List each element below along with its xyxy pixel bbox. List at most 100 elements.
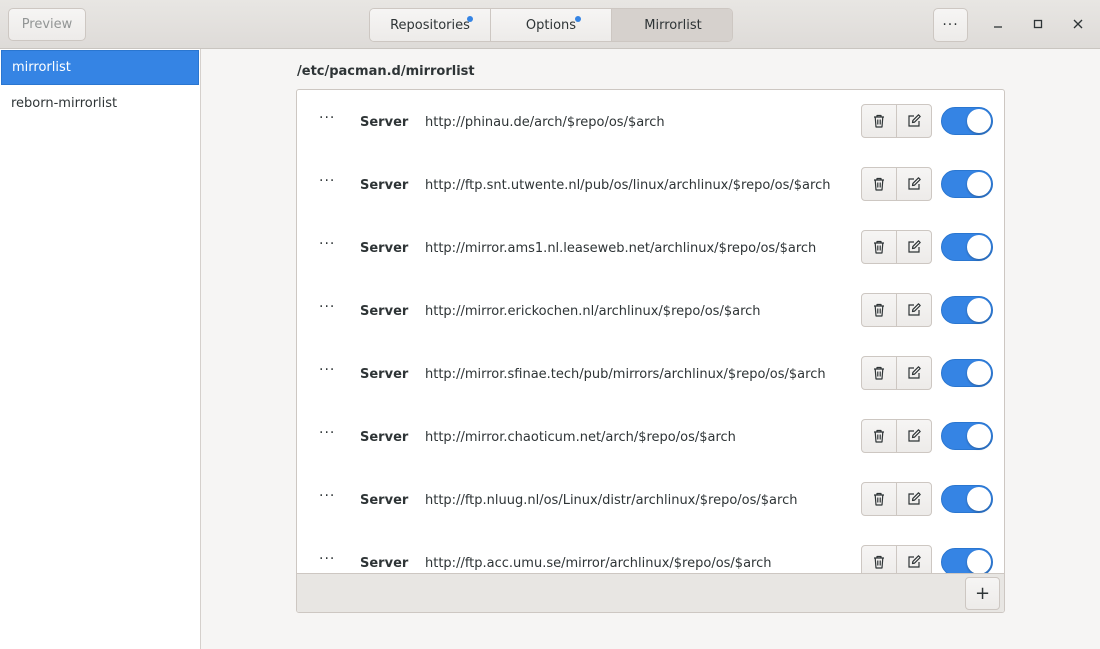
entry-value: http://ftp.nluug.nl/os/Linux/distr/archl… [425, 493, 798, 508]
edit-icon [908, 429, 921, 442]
mirror-row: ··· Server http://ftp.acc.umu.se/mirror/… [297, 531, 1004, 573]
entry-key: Server [360, 493, 409, 508]
modified-indicator-dot [467, 16, 473, 22]
toggle-knob [967, 172, 991, 196]
delete-button[interactable] [861, 356, 897, 390]
trash-icon [874, 303, 884, 317]
mirror-row: ··· Server http://mirror.erickochen.nl/a… [297, 279, 1004, 342]
tab-mirrorlist[interactable]: Mirrorlist [612, 9, 732, 41]
delete-button[interactable] [861, 104, 897, 138]
entry-key: Server [360, 178, 409, 193]
mirror-row: ··· Server http://ftp.snt.utwente.nl/pub… [297, 153, 1004, 216]
sidebar: mirrorlist reborn-mirrorlist [0, 49, 201, 649]
edit-icon [908, 177, 921, 190]
edit-icon [908, 492, 921, 505]
toggle-knob [967, 550, 991, 573]
edit-button[interactable] [896, 230, 932, 264]
modified-indicator-dot [575, 16, 581, 22]
row-options-handle[interactable]: ··· [319, 110, 335, 126]
enable-toggle[interactable] [941, 233, 993, 261]
sidebar-item-reborn-mirrorlist[interactable]: reborn-mirrorlist [1, 86, 199, 121]
trash-icon [874, 492, 884, 506]
tab-label: Mirrorlist [644, 17, 702, 33]
entry-value: http://ftp.acc.umu.se/mirror/archlinux/$… [425, 556, 772, 571]
mirror-row: ··· Server http://ftp.nluug.nl/os/Linux/… [297, 468, 1004, 531]
mirror-row: ··· Server http://mirror.ams1.nl.leasewe… [297, 216, 1004, 279]
enable-toggle[interactable] [941, 485, 993, 513]
toggle-knob [967, 424, 991, 448]
row-options-handle[interactable]: ··· [319, 488, 335, 504]
enable-toggle[interactable] [941, 107, 993, 135]
toggle-knob [967, 487, 991, 511]
delete-button[interactable] [861, 482, 897, 516]
enable-toggle[interactable] [941, 170, 993, 198]
entry-key: Server [360, 367, 409, 382]
close-icon[interactable] [1066, 12, 1090, 36]
sidebar-item-label: mirrorlist [12, 60, 71, 75]
entry-value: http://mirror.ams1.nl.leaseweb.net/archl… [425, 241, 817, 256]
trash-icon [874, 555, 884, 569]
tab-label: Options [525, 17, 577, 33]
entry-key: Server [360, 241, 409, 256]
row-options-handle[interactable]: ··· [319, 425, 335, 441]
edit-button[interactable] [896, 104, 932, 138]
preview-button[interactable]: Preview [8, 8, 86, 41]
edit-button[interactable] [896, 545, 932, 573]
toggle-knob [967, 109, 991, 133]
edit-button[interactable] [896, 482, 932, 516]
trash-icon [874, 240, 884, 254]
edit-icon [908, 303, 921, 316]
entry-value: http://mirror.chaoticum.net/arch/$repo/o… [425, 430, 736, 445]
edit-icon [908, 114, 921, 127]
entry-key: Server [360, 304, 409, 319]
row-options-handle[interactable]: ··· [319, 299, 335, 315]
entry-key: Server [360, 430, 409, 445]
mirror-row: ··· Server http://mirror.sfinae.tech/pub… [297, 342, 1004, 405]
edit-button[interactable] [896, 356, 932, 390]
delete-button[interactable] [861, 167, 897, 201]
delete-button[interactable] [861, 293, 897, 327]
file-path-title: /etc/pacman.d/mirrorlist [297, 64, 475, 79]
row-options-handle[interactable]: ··· [319, 236, 335, 252]
row-options-handle[interactable]: ··· [319, 551, 335, 567]
row-options-handle[interactable]: ··· [319, 362, 335, 378]
mirror-row: ··· Server http://mirror.chaoticum.net/a… [297, 405, 1004, 468]
menu-button[interactable]: ··· [933, 8, 968, 42]
edit-button[interactable] [896, 419, 932, 453]
sidebar-item-mirrorlist[interactable]: mirrorlist [1, 50, 199, 85]
enable-toggle[interactable] [941, 359, 993, 387]
trash-icon [874, 177, 884, 191]
delete-button[interactable] [861, 230, 897, 264]
sidebar-item-label: reborn-mirrorlist [11, 96, 118, 111]
row-options-handle[interactable]: ··· [319, 173, 335, 189]
toggle-knob [967, 361, 991, 385]
mirror-list-scroll[interactable]: ··· Server http://phinau.de/arch/$repo/o… [297, 90, 1004, 573]
enable-toggle[interactable] [941, 422, 993, 450]
tab-options[interactable]: Options [491, 9, 612, 41]
edit-icon [908, 366, 921, 379]
trash-icon [874, 366, 884, 380]
mirror-list: ··· Server http://phinau.de/arch/$repo/o… [296, 89, 1005, 613]
edit-icon [908, 555, 921, 568]
tab-repositories[interactable]: Repositories [370, 9, 491, 41]
enable-toggle[interactable] [941, 548, 993, 573]
entry-value: http://mirror.erickochen.nl/archlinux/$r… [425, 304, 761, 319]
add-entry-button[interactable]: + [965, 577, 1000, 610]
delete-button[interactable] [861, 419, 897, 453]
edit-button[interactable] [896, 167, 932, 201]
edit-button[interactable] [896, 293, 932, 327]
enable-toggle[interactable] [941, 296, 993, 324]
delete-button[interactable] [861, 545, 897, 573]
edit-icon [908, 240, 921, 253]
maximize-icon[interactable] [1026, 12, 1050, 36]
toggle-knob [967, 235, 991, 259]
entry-value: http://mirror.sfinae.tech/pub/mirrors/ar… [425, 367, 826, 382]
minimize-icon[interactable] [986, 12, 1010, 36]
entry-key: Server [360, 115, 409, 130]
view-switcher: Repositories Options Mirrorlist [369, 8, 733, 42]
trash-icon [874, 429, 884, 443]
header-bar: Preview Repositories Options Mirrorlist … [0, 0, 1100, 49]
tab-label: Repositories [390, 17, 470, 33]
entry-value: http://ftp.snt.utwente.nl/pub/os/linux/a… [425, 178, 831, 193]
list-footer: + [297, 573, 1004, 612]
